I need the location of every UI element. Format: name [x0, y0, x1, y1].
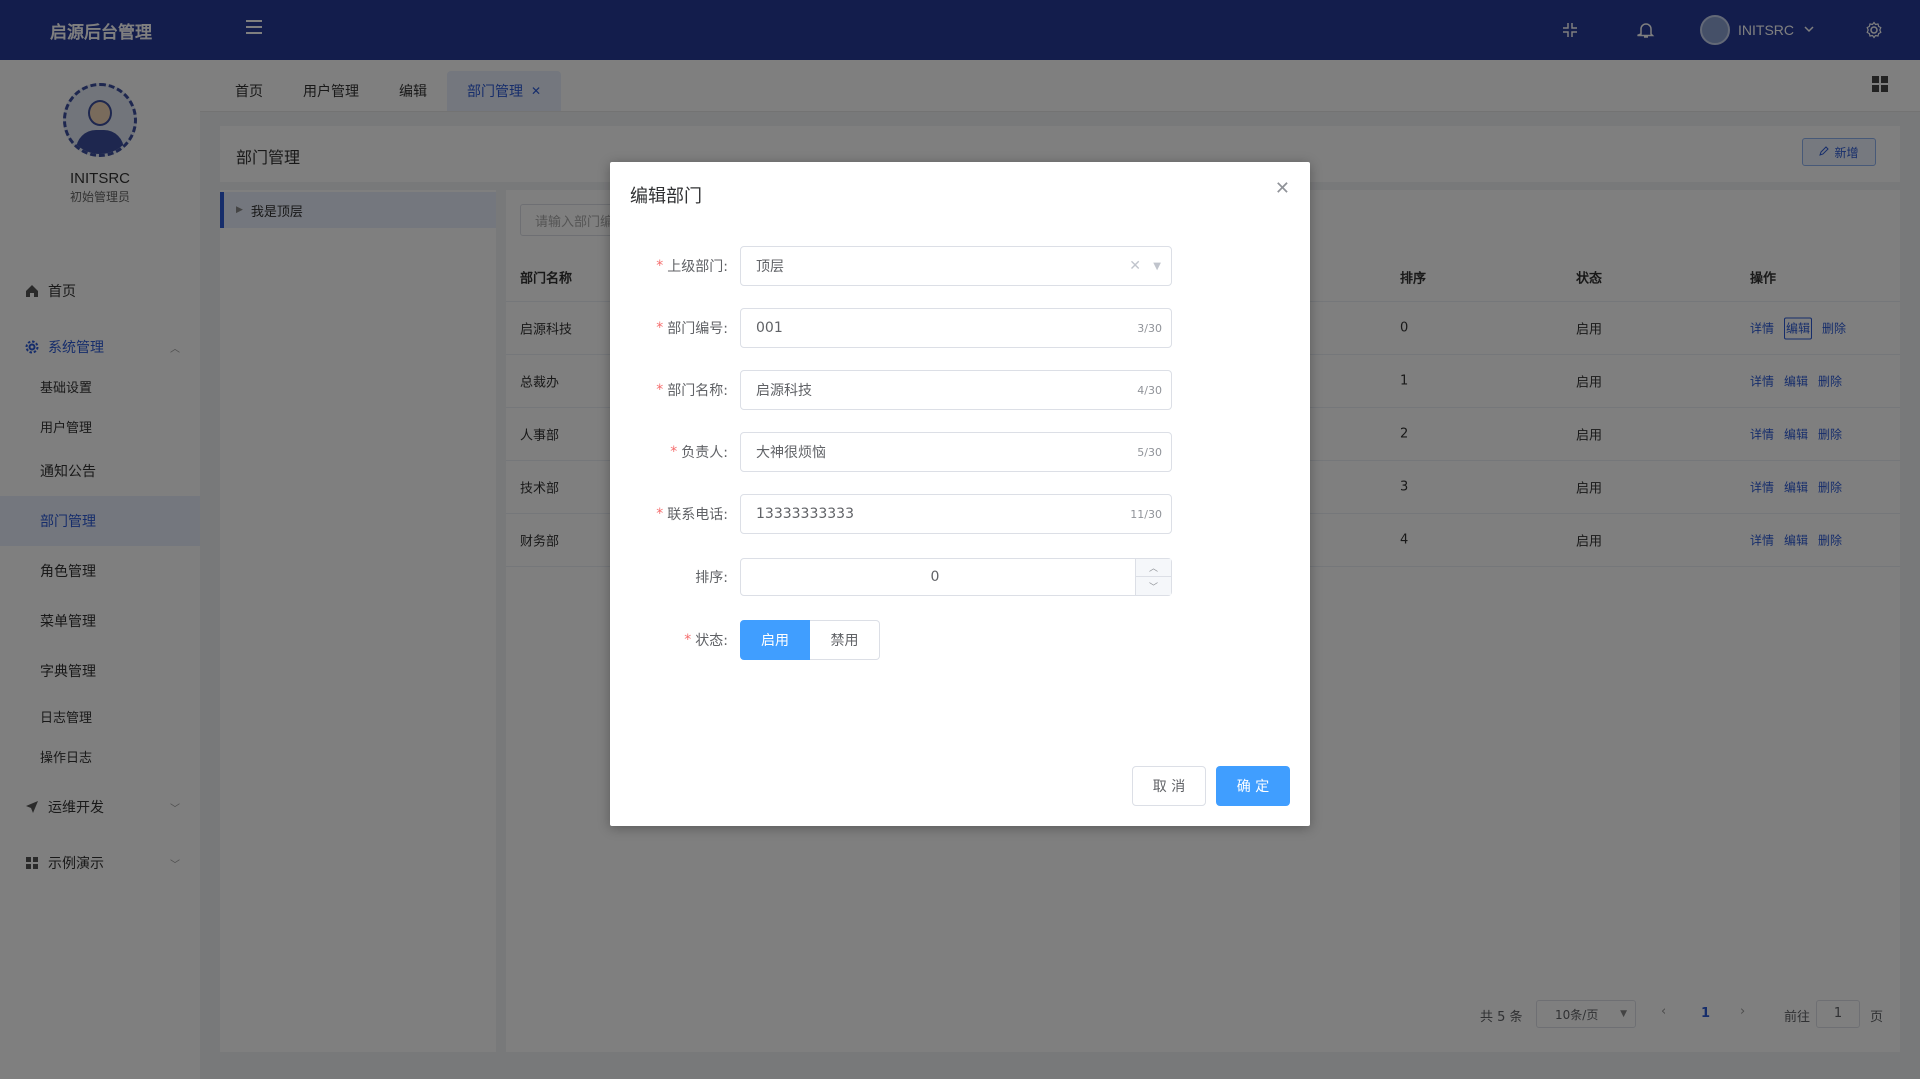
char-count: 11/30	[1130, 507, 1162, 521]
form-row-phone: * 联系电话: 13333333333 11/30	[610, 494, 1310, 534]
form-row-status: * 状态: 启用 禁用	[610, 620, 1310, 660]
input-value: 大神很烦恼	[756, 445, 826, 461]
phone-input[interactable]: 13333333333 11/30	[740, 494, 1172, 534]
label-text: 状态:	[695, 633, 728, 649]
status-enabled-button[interactable]: 启用	[740, 620, 810, 660]
form-row-parent: * 上级部门: 顶层 ✕ ▼	[610, 246, 1310, 286]
input-value: 启源科技	[756, 383, 812, 399]
field-label: * 状态:	[684, 632, 728, 649]
status-disabled-button[interactable]: 禁用	[810, 620, 880, 660]
parent-department-select[interactable]: 顶层 ✕ ▼	[740, 246, 1172, 286]
form-row-leader: * 负责人: 大神很烦恼 5/30	[610, 432, 1310, 472]
field-label: * 部门编号:	[656, 320, 728, 337]
field-label: 排序:	[695, 558, 728, 596]
label-text: 上级部门:	[667, 259, 728, 275]
department-code-input[interactable]: 001 3/30	[740, 308, 1172, 348]
label-text: 排序:	[695, 570, 728, 586]
edit-department-dialog: 编辑部门 ✕ * 上级部门: 顶层 ✕ ▼ * 部门编号: 001 3/30 * 部门…	[610, 162, 1310, 826]
cancel-button[interactable]: 取 消	[1132, 766, 1206, 806]
char-count: 5/30	[1137, 445, 1162, 459]
increment-icon[interactable]: ︿	[1136, 559, 1171, 577]
department-name-input[interactable]: 启源科技 4/30	[740, 370, 1172, 410]
label-text: 部门编号:	[667, 321, 728, 337]
leader-input[interactable]: 大神很烦恼 5/30	[740, 432, 1172, 472]
status-radio-group: 启用 禁用	[740, 620, 880, 660]
select-value: 顶层	[756, 259, 784, 275]
form-row-name: * 部门名称: 启源科技 4/30	[610, 370, 1310, 410]
close-icon[interactable]: ✕	[1275, 178, 1290, 199]
field-label: * 上级部门:	[656, 258, 728, 275]
field-label: * 负责人:	[670, 444, 728, 461]
field-label: * 联系电话:	[656, 506, 728, 523]
stepper-value: 0	[930, 569, 940, 585]
decrement-icon[interactable]: ﹀	[1136, 577, 1171, 595]
dialog-title: 编辑部门	[630, 186, 702, 207]
clear-icon[interactable]: ✕	[1129, 258, 1141, 274]
char-count: 3/30	[1137, 321, 1162, 335]
label-text: 联系电话:	[667, 507, 728, 523]
stepper-buttons: ︿ ﹀	[1135, 559, 1171, 595]
label-text: 负责人:	[681, 445, 728, 461]
input-value: 13333333333	[756, 506, 854, 522]
confirm-button[interactable]: 确 定	[1216, 766, 1290, 806]
caret-down-icon[interactable]: ▼	[1153, 261, 1161, 272]
form-row-code: * 部门编号: 001 3/30	[610, 308, 1310, 348]
char-count: 4/30	[1137, 383, 1162, 397]
label-text: 部门名称:	[667, 383, 728, 399]
field-label: * 部门名称:	[656, 382, 728, 399]
form-row-sort: 排序: 0 ︿ ﹀	[610, 558, 1310, 598]
sort-stepper[interactable]: 0 ︿ ﹀	[740, 558, 1172, 596]
input-value: 001	[756, 320, 783, 336]
